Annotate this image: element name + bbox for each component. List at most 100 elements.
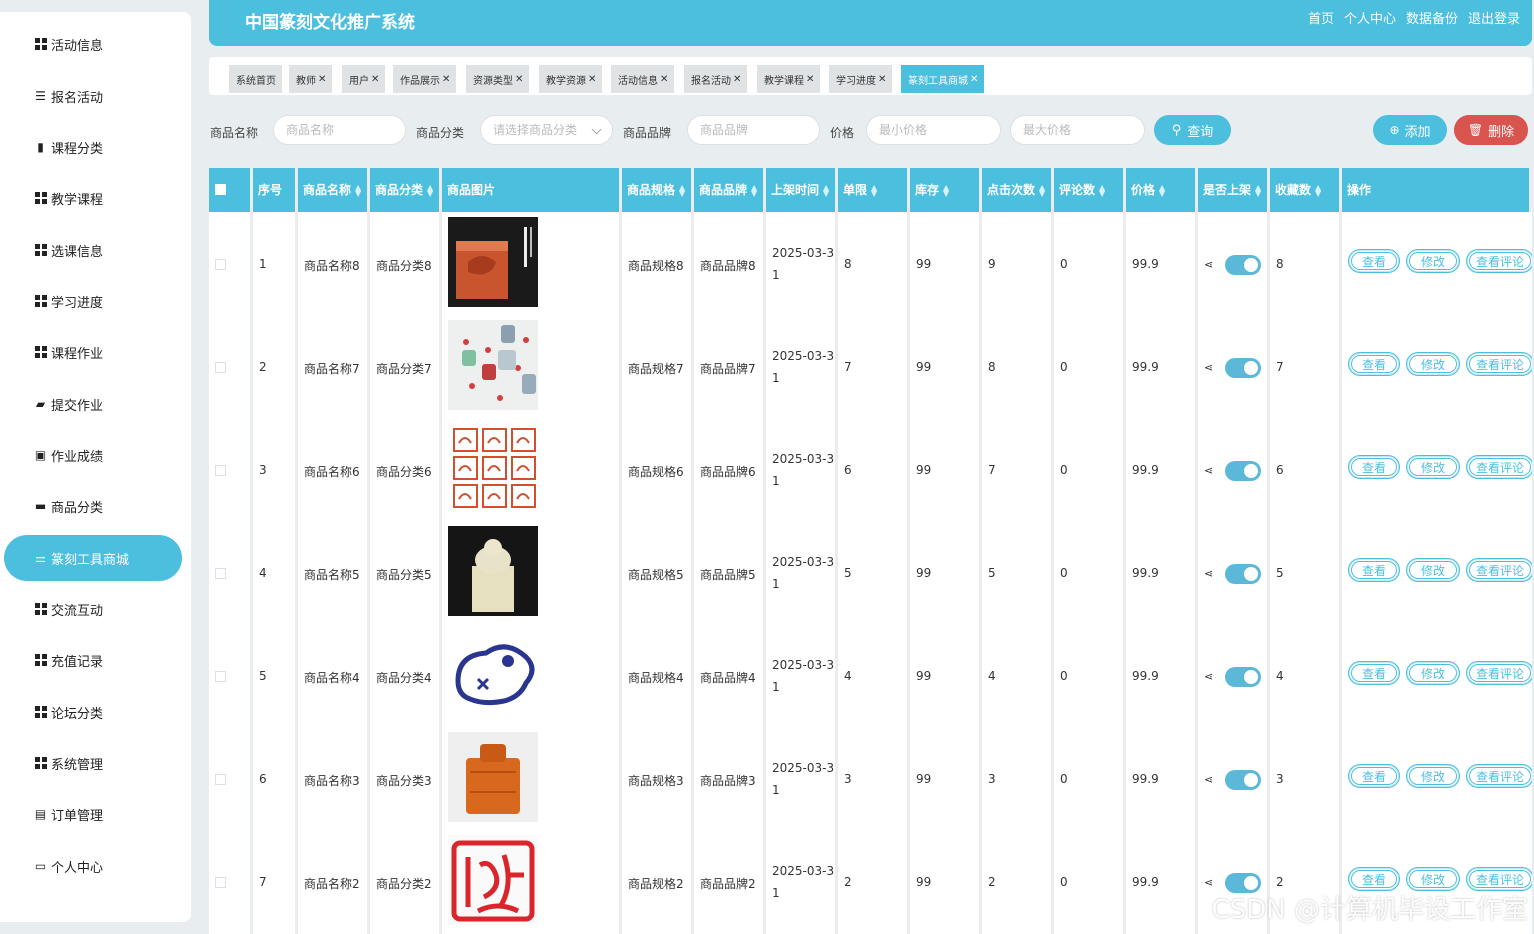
view-button[interactable]: 查看 bbox=[1348, 558, 1400, 582]
sidebar-item[interactable]: ▣ 作业成绩 bbox=[4, 432, 182, 478]
on-sale-toggle[interactable] bbox=[1225, 564, 1261, 584]
tab-item[interactable]: 教学课程 ✕ bbox=[757, 65, 821, 93]
column-header[interactable]: 点击次数 ▲ ▼ bbox=[982, 168, 1054, 212]
view-comments-button[interactable]: 查看评论 bbox=[1466, 661, 1532, 685]
min-price-input[interactable]: 最小价格 bbox=[866, 115, 1001, 145]
sidebar-item[interactable]: 论坛分类 bbox=[4, 689, 182, 735]
close-icon[interactable]: ✕ bbox=[515, 74, 523, 85]
column-header[interactable]: 商品规格 ▲ ▼ bbox=[622, 168, 694, 212]
close-icon[interactable]: ✕ bbox=[970, 74, 978, 85]
row-checkbox[interactable] bbox=[215, 671, 226, 682]
sidebar-item[interactable]: 学习进度 bbox=[4, 278, 182, 324]
sort-icon[interactable]: ▲ ▼ bbox=[1315, 183, 1321, 197]
close-icon[interactable]: ✕ bbox=[318, 74, 326, 85]
profile-link[interactable]: 个人中心 bbox=[1344, 8, 1396, 27]
tab-item[interactable]: 教师 ✕ bbox=[289, 65, 333, 93]
sidebar-item[interactable]: 系统管理 bbox=[4, 740, 182, 786]
edit-button[interactable]: 修改 bbox=[1406, 764, 1460, 788]
column-header[interactable]: 收藏数 ▲ ▼ bbox=[1270, 168, 1342, 212]
max-price-input[interactable]: 最大价格 bbox=[1010, 115, 1145, 145]
sidebar-item[interactable]: ▤ 订单管理 bbox=[4, 791, 182, 837]
tab-item[interactable]: 系统首页 bbox=[229, 65, 282, 93]
row-checkbox[interactable] bbox=[215, 362, 226, 373]
row-checkbox[interactable] bbox=[215, 774, 226, 785]
share-icon[interactable]: ⋖ bbox=[1204, 876, 1213, 889]
view-comments-button[interactable]: 查看评论 bbox=[1466, 455, 1532, 479]
view-comments-button[interactable]: 查看评论 bbox=[1466, 352, 1532, 376]
view-button[interactable]: 查看 bbox=[1348, 661, 1400, 685]
sort-icon[interactable]: ▲ ▼ bbox=[943, 183, 949, 197]
share-icon[interactable]: ⋖ bbox=[1204, 773, 1213, 786]
close-icon[interactable]: ✕ bbox=[588, 74, 596, 85]
share-icon[interactable]: ⋖ bbox=[1204, 567, 1213, 580]
sort-icon[interactable]: ▲ ▼ bbox=[1255, 183, 1261, 197]
column-header[interactable]: 库存 ▲ ▼ bbox=[910, 168, 982, 212]
edit-button[interactable]: 修改 bbox=[1406, 558, 1460, 582]
row-checkbox[interactable] bbox=[215, 877, 226, 888]
sidebar-item[interactable]: ☰ 报名活动 bbox=[4, 73, 182, 119]
sidebar-item[interactable]: 交流互动 bbox=[4, 586, 182, 632]
share-icon[interactable]: ⋖ bbox=[1204, 670, 1213, 683]
sort-icon[interactable]: ▲ ▼ bbox=[1039, 183, 1045, 197]
view-button[interactable]: 查看 bbox=[1348, 455, 1400, 479]
brand-input[interactable]: 商品品牌 bbox=[687, 115, 820, 145]
view-comments-button[interactable]: 查看评论 bbox=[1466, 558, 1532, 582]
tab-item[interactable]: 篆刻工具商城 ✕ bbox=[901, 65, 985, 93]
share-icon[interactable]: ⋖ bbox=[1204, 464, 1213, 477]
sidebar-item[interactable]: ▬ 商品分类 bbox=[4, 483, 182, 529]
edit-button[interactable]: 修改 bbox=[1406, 352, 1460, 376]
view-comments-button[interactable]: 查看评论 bbox=[1466, 867, 1532, 891]
sort-icon[interactable]: ▲ ▼ bbox=[1099, 183, 1105, 197]
view-comments-button[interactable]: 查看评论 bbox=[1466, 764, 1532, 788]
query-button[interactable]: ⚲ 查询 bbox=[1154, 115, 1231, 145]
share-icon[interactable]: ⋖ bbox=[1204, 258, 1213, 271]
column-header[interactable]: 是否上架 ▲ ▼ bbox=[1198, 168, 1270, 212]
home-link[interactable]: 首页 bbox=[1308, 8, 1334, 27]
sidebar-item[interactable]: ⚌ 篆刻工具商城 bbox=[4, 535, 182, 581]
tab-item[interactable]: 资源类型 ✕ bbox=[466, 65, 530, 93]
on-sale-toggle[interactable] bbox=[1225, 770, 1261, 790]
sidebar-item[interactable]: 选课信息 bbox=[4, 227, 182, 273]
edit-button[interactable]: 修改 bbox=[1406, 455, 1460, 479]
column-header[interactable]: 商品品牌 ▲ ▼ bbox=[694, 168, 766, 212]
close-icon[interactable]: ✕ bbox=[733, 74, 741, 85]
column-header[interactable]: 操作 bbox=[1342, 168, 1532, 212]
sidebar-item[interactable]: ▮ 课程分类 bbox=[4, 124, 182, 170]
sidebar-item[interactable]: 活动信息 bbox=[4, 21, 182, 67]
tab-item[interactable]: 作品展示 ✕ bbox=[393, 65, 457, 93]
category-select[interactable]: 请选择商品分类 bbox=[480, 115, 613, 145]
sidebar-item[interactable]: ▭ 个人中心 bbox=[4, 843, 182, 889]
column-header[interactable]: 上架时间 ▲ ▼ bbox=[766, 168, 838, 212]
delete-button[interactable]: 🗑 删除 bbox=[1454, 115, 1528, 145]
sort-icon[interactable]: ▲ ▼ bbox=[871, 183, 877, 197]
view-button[interactable]: 查看 bbox=[1348, 352, 1400, 376]
sort-icon[interactable]: ▲ ▼ bbox=[1159, 183, 1165, 197]
on-sale-toggle[interactable] bbox=[1225, 461, 1261, 481]
add-button[interactable]: ⊕ 添加 bbox=[1373, 115, 1447, 145]
sidebar-item[interactable]: ▰ 提交作业 bbox=[4, 381, 182, 427]
close-icon[interactable]: ✕ bbox=[806, 74, 814, 85]
view-comments-button[interactable]: 查看评论 bbox=[1466, 249, 1532, 273]
column-header[interactable]: 商品名称 ▲ ▼ bbox=[298, 168, 370, 212]
sidebar-item[interactable]: 课程作业 bbox=[4, 329, 182, 375]
edit-button[interactable]: 修改 bbox=[1406, 867, 1460, 891]
tab-item[interactable]: 教学资源 ✕ bbox=[539, 65, 603, 93]
row-checkbox[interactable] bbox=[215, 465, 226, 476]
sort-icon[interactable]: ▲ ▼ bbox=[823, 183, 829, 197]
tab-item[interactable]: 学习进度 ✕ bbox=[829, 65, 893, 93]
sort-icon[interactable]: ▲ ▼ bbox=[355, 183, 361, 197]
tab-item[interactable]: 报名活动 ✕ bbox=[684, 65, 748, 93]
view-button[interactable]: 查看 bbox=[1348, 867, 1400, 891]
logout-link[interactable]: 退出登录 bbox=[1468, 8, 1520, 27]
row-checkbox[interactable] bbox=[215, 259, 226, 270]
sort-icon[interactable]: ▲ ▼ bbox=[427, 183, 433, 197]
close-icon[interactable]: ✕ bbox=[442, 74, 450, 85]
sidebar-item[interactable]: 充值记录 bbox=[4, 637, 182, 683]
name-input[interactable]: 商品名称 bbox=[273, 115, 406, 145]
row-checkbox[interactable] bbox=[215, 568, 226, 579]
tab-item[interactable]: 活动信息 ✕ bbox=[611, 65, 675, 93]
column-header[interactable]: 序号 bbox=[253, 168, 298, 212]
view-button[interactable]: 查看 bbox=[1348, 764, 1400, 788]
column-header[interactable]: 单限 ▲ ▼ bbox=[838, 168, 910, 212]
sidebar-item[interactable]: 教学课程 bbox=[4, 175, 182, 221]
